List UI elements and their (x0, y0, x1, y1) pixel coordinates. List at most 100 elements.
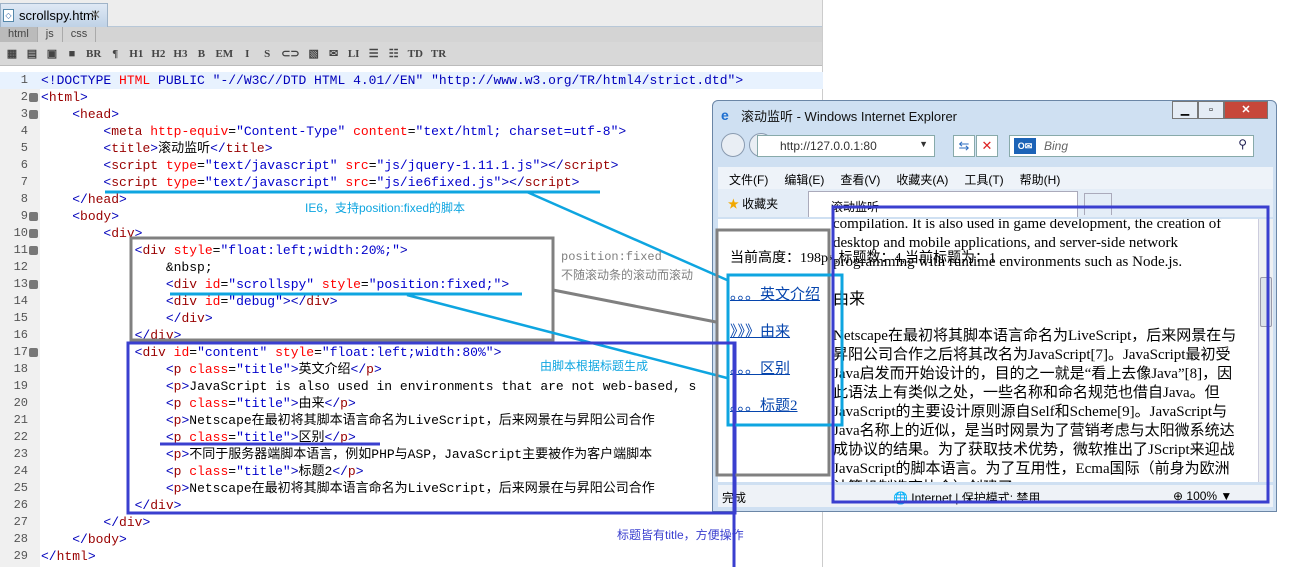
toolbar-button[interactable]: BR (86, 48, 101, 60)
menu-item[interactable]: 帮助(H) (1020, 171, 1061, 189)
code-token: > (119, 192, 127, 207)
search-box[interactable]: O✉ Bing ⚲ (1009, 135, 1254, 157)
code-token: "float:left;width:80%" (321, 345, 494, 360)
code-line: 3 <head> (0, 106, 823, 123)
format-toolbar: ▦ ▤ ▣ ■ BR ¶ H1 H2 H3 B EM I S ⊂⊃ ▧ ✉ LI ☰ ☷ TD TR (0, 42, 822, 66)
toolbar-button[interactable]: ▤ (26, 47, 38, 60)
code-token: < (72, 209, 81, 224)
favorites-button[interactable]: ★ 收藏夹 (728, 195, 778, 212)
close-button[interactable]: ✕ (1224, 101, 1268, 119)
minimize-button[interactable]: ▁ (1172, 101, 1198, 119)
menu-item[interactable]: 工具(T) (964, 171, 1003, 189)
scroll-thumb[interactable] (1260, 277, 1272, 327)
code-line: 22 <p class="title">区别</p> (0, 429, 823, 446)
fold-toggle-icon[interactable] (29, 280, 38, 289)
fold-toggle-icon[interactable] (29, 93, 38, 102)
toolbar-button[interactable]: ✉ (328, 47, 340, 60)
toolbar-button[interactable]: ■ (66, 48, 78, 60)
toolbar-button[interactable]: H2 (151, 48, 165, 60)
code-token: "title" (236, 430, 291, 445)
code-token: div (181, 311, 205, 326)
file-tab[interactable]: ◇ scrollspy.html ✕ (0, 3, 108, 27)
code-token: "text/html; charset=utf-8" (415, 124, 619, 139)
vertical-scrollbar[interactable] (1258, 219, 1273, 482)
tab-js[interactable]: js (38, 27, 63, 42)
fold-toggle-icon[interactable] (29, 348, 38, 357)
code-token: > (111, 107, 120, 122)
toolbar-button[interactable]: ▣ (46, 47, 58, 60)
refresh-button[interactable]: ⇆ (953, 135, 975, 157)
toolbar-button[interactable]: ¶ (109, 48, 121, 60)
code-text: <p>Netscape在最初将其脚本语言命名为LiveScript，后来网景在与… (41, 412, 655, 429)
code-text: </div> (41, 497, 182, 514)
fold-toggle-icon[interactable] (29, 246, 38, 255)
code-line: 12 &nbsp; (0, 259, 823, 276)
line-number: 10 (13, 226, 28, 240)
code-token: > (493, 345, 502, 360)
menu-item[interactable]: 查看(V) (840, 171, 880, 189)
code-token: > (264, 141, 273, 156)
code-text: <body> (41, 208, 119, 225)
code-text: </body> (41, 531, 127, 548)
code-text: <p>JavaScript is also used in environmen… (41, 378, 697, 395)
code-token: = (228, 396, 237, 411)
maximize-button[interactable]: ▫ (1198, 101, 1224, 119)
line-number: 21 (13, 413, 28, 427)
fold-toggle-icon[interactable] (29, 110, 38, 119)
tab-html[interactable]: html (0, 27, 38, 42)
zoom-label: 100% (1186, 489, 1218, 503)
toolbar-button[interactable]: TR (431, 48, 446, 60)
code-token: JavaScript is also used in environments … (189, 379, 697, 394)
code-line: 29 </html> (0, 548, 823, 565)
menu-item[interactable]: 编辑(E) (784, 171, 824, 189)
menu-item[interactable]: 收藏夹(A) (896, 171, 948, 189)
toolbar-button[interactable]: H3 (173, 48, 187, 60)
fold-toggle-icon[interactable] (29, 229, 38, 238)
toolbar-button[interactable]: EM (215, 48, 233, 60)
toolbar-button[interactable]: ▧ (308, 47, 320, 60)
code-line: 24 <p class="title">标题2</p> (0, 463, 823, 480)
toolbar-button[interactable]: LI (348, 48, 360, 60)
back-button[interactable] (721, 133, 745, 157)
code-token: < (165, 464, 174, 479)
code-token: ></ (501, 175, 525, 190)
code-line: 2 <html> (0, 89, 823, 106)
code-token: > (134, 226, 143, 241)
new-tab-button[interactable] (1084, 193, 1112, 215)
toolbar-button[interactable]: I (241, 48, 253, 60)
code-text: </html> (41, 548, 96, 565)
code-token: </ (134, 328, 151, 343)
chevron-down-icon[interactable]: ▼ (919, 139, 928, 149)
toolbar-button[interactable]: B (195, 48, 207, 60)
tab-css[interactable]: css (63, 27, 97, 42)
code-token: > (173, 328, 182, 343)
code-token: = (189, 345, 198, 360)
menu-item[interactable]: 文件(F) (729, 171, 768, 189)
stop-button[interactable]: ✕ (976, 135, 998, 157)
code-token: > (87, 549, 96, 564)
code-line: 17 <div id="content" style="float:left;w… (0, 344, 823, 361)
toolbar-button[interactable]: ☷ (388, 47, 400, 60)
file-tab-label: scrollspy.html (19, 8, 97, 23)
code-token: </ (332, 464, 348, 479)
toolbar-button[interactable]: H1 (129, 48, 143, 60)
toolbar-button[interactable]: S (261, 48, 273, 60)
address-bar[interactable]: http://127.0.0.1:80 ▼ (757, 135, 935, 157)
fold-toggle-icon[interactable] (29, 212, 38, 221)
code-line: 6 <script type="text/javascript" src="js… (0, 157, 823, 174)
browser-tab[interactable]: 滚动监听 (808, 191, 1078, 217)
code-token: "position:fixed;" (368, 277, 502, 292)
code-area[interactable]: 1 <!DOCTYPE HTML PUBLIC "-//W3C//DTD HTML… (0, 72, 823, 565)
toolbar-button[interactable]: ☰ (368, 47, 380, 60)
code-token: 不同于服务器端脚本语言，例如PHP与ASP，JavaScript主要被作为客户端… (189, 447, 653, 462)
zoom-level[interactable]: ⊕ 100% ▼ (1173, 489, 1232, 503)
toolbar-button[interactable]: ▦ (6, 47, 18, 60)
toolbar-button[interactable]: TD (408, 48, 423, 60)
toolbar-button[interactable]: ⊂⊃ (281, 47, 299, 60)
line-number: 18 (13, 362, 28, 376)
code-token: < (165, 277, 174, 292)
search-icon[interactable]: ⚲ (1238, 137, 1247, 151)
close-tab-icon[interactable]: ✕ (90, 7, 101, 23)
